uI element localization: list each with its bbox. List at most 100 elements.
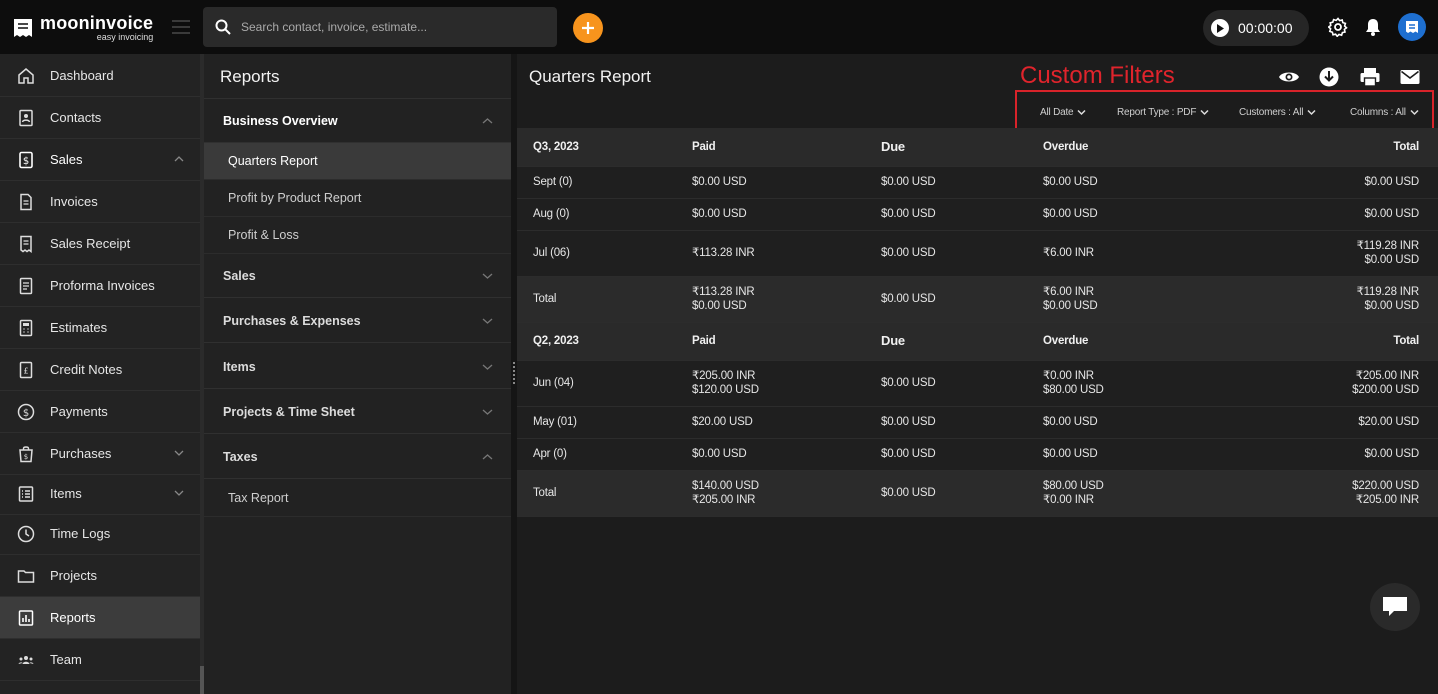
sidebar-item-estimates[interactable]: Estimates <box>0 307 200 349</box>
col-header-paid: Paid <box>676 128 865 167</box>
cell-paid-line: $0.00 USD <box>692 300 747 312</box>
app-name: mooninvoice <box>40 13 154 33</box>
group-business-overview[interactable]: Business Overview <box>204 99 511 143</box>
sidebar-item-credit-notes[interactable]: £ Credit Notes <box>0 349 200 391</box>
cell-paid: $0.00 USD <box>676 166 865 199</box>
col-header-paid: Paid <box>676 322 865 361</box>
chat-support-button[interactable] <box>1370 583 1420 631</box>
app-logo[interactable]: mooninvoice easy invoicing <box>12 14 153 42</box>
print-icon[interactable] <box>1359 66 1381 88</box>
table-row[interactable]: Jul (06) ₹113.28 INR $0.00 USD ₹6.00 INR ₹11… <box>517 230 1438 277</box>
sidebar-item-projects[interactable]: Projects <box>0 555 200 597</box>
customers-filter[interactable]: Customers : All <box>1239 107 1316 118</box>
sidebar-item-proforma-invoices[interactable]: Proforma Invoices <box>0 265 200 307</box>
report-quarters[interactable]: Quarters Report <box>204 143 511 180</box>
quarter-label: Q2, 2023 <box>517 322 676 361</box>
report-type-filter[interactable]: Report Type : PDF <box>1117 107 1209 118</box>
notification-bell-icon[interactable] <box>1363 17 1383 37</box>
sidebar-item-purchases[interactable]: $ Purchases <box>0 433 200 475</box>
date-filter[interactable]: All Date <box>1040 107 1086 118</box>
cell-overdue: $0.00 USD <box>1027 438 1227 471</box>
sidebar-item-label: Projects <box>50 568 97 583</box>
columns-filter[interactable]: Columns : All <box>1350 107 1419 118</box>
report-profit-by-product[interactable]: Profit by Product Report <box>204 180 511 217</box>
cell-due: $0.00 USD <box>865 438 1027 471</box>
report-label: Quarters Report <box>228 154 318 168</box>
play-icon[interactable] <box>1211 19 1229 37</box>
sidebar-item-time-logs[interactable]: Time Logs <box>0 513 200 555</box>
add-new-button[interactable] <box>573 13 603 43</box>
cell-overdue: ₹0.00 INR $80.00 USD <box>1027 360 1227 407</box>
sidebar-item-team[interactable]: Team <box>0 639 200 681</box>
sidebar-item-label: Estimates <box>50 320 108 335</box>
total-row: Total $140.00 USD ₹205.00 INR $0.00 USD $80.… <box>517 470 1438 517</box>
page-title: Quarters Report <box>529 67 651 86</box>
col-header-due-line: Due <box>881 333 905 348</box>
cell-total: $0.00 USD <box>1227 166 1438 199</box>
receipt-icon <box>20 235 32 253</box>
cell-total: $0.00 USD <box>1227 438 1438 471</box>
report-content: Quarters Report Custom Filters All Date … <box>517 54 1438 694</box>
col-header-total-line: Total <box>1393 335 1419 347</box>
sidebar-item-sales-receipt[interactable]: Sales Receipt <box>0 223 200 265</box>
total-row: Total ₹113.28 INR $0.00 USD $0.00 USD ₹6.00 … <box>517 276 1438 323</box>
group-taxes[interactable]: Taxes <box>204 435 511 479</box>
quarters-report-table: Q3, 2023 Paid Due Overdue Total Sept (0) $0.00… <box>517 128 1438 517</box>
cell-overdue-line: $0.00 USD <box>1043 208 1098 220</box>
cell-month-line: Jun (04) <box>533 377 574 389</box>
chevron-down-icon <box>1410 109 1419 116</box>
plus-icon <box>582 22 594 34</box>
chevron-down-icon <box>1077 109 1086 116</box>
report-profit-loss[interactable]: Profit & Loss <box>204 217 511 254</box>
quarter-header-row: Q2, 2023 Paid Due Overdue Total <box>517 322 1438 361</box>
group-items[interactable]: Items <box>204 345 511 389</box>
search-input[interactable] <box>241 20 541 34</box>
group-projects-time-sheet[interactable]: Projects & Time Sheet <box>204 390 511 434</box>
sidebar-item-sales[interactable]: $ Sales <box>0 139 200 181</box>
search-icon <box>215 19 231 35</box>
sidebar-item-label: Dashboard <box>50 68 114 83</box>
report-tax[interactable]: Tax Report <box>204 480 511 517</box>
cell-month-line: Sept (0) <box>533 176 573 188</box>
sidebar-item-dashboard[interactable]: Dashboard <box>0 55 200 97</box>
timer-control[interactable]: 00:00:00 <box>1203 10 1309 46</box>
cell-overdue: ₹6.00 INR <box>1027 230 1227 277</box>
table-row[interactable]: May (01) $20.00 USD $0.00 USD $0.00 USD $20.… <box>517 406 1438 439</box>
svg-text:£: £ <box>23 366 28 375</box>
settings-gear-icon[interactable] <box>1328 17 1348 37</box>
table-row[interactable]: Aug (0) $0.00 USD $0.00 USD $0.00 USD $0.00 … <box>517 198 1438 231</box>
table-row[interactable]: Apr (0) $0.00 USD $0.00 USD $0.00 USD $0.00 … <box>517 438 1438 471</box>
group-purchases-expenses[interactable]: Purchases & Expenses <box>204 299 511 343</box>
cell-total-label: Total <box>517 470 676 517</box>
sidebar-item-payments[interactable]: $ Payments <box>0 391 200 433</box>
drag-grip-icon[interactable] <box>512 362 516 388</box>
cell-due-line: $0.00 USD <box>881 208 936 220</box>
col-header-overdue-line: Overdue <box>1043 140 1089 153</box>
col-header-total: Total <box>1227 322 1438 361</box>
cell-due-line: $0.00 USD <box>881 247 936 259</box>
sidebar-item-contacts[interactable]: Contacts <box>0 97 200 139</box>
email-icon[interactable] <box>1399 66 1421 88</box>
sidebar-item-reports[interactable]: Reports <box>0 597 200 639</box>
table-row[interactable]: Jun (04) ₹205.00 INR $120.00 USD $0.00 USD ₹… <box>517 360 1438 407</box>
reports-menu: Reports Business Overview Quarters Repor… <box>204 54 511 694</box>
sidebar-item-label: Team <box>50 652 82 667</box>
global-search <box>203 7 557 47</box>
preview-eye-icon[interactable] <box>1278 66 1300 88</box>
sidebar-item-items[interactable]: Items <box>0 473 200 515</box>
cell-total: $20.00 USD <box>1227 406 1438 439</box>
user-avatar[interactable] <box>1398 13 1426 41</box>
table-row[interactable]: Sept (0) $0.00 USD $0.00 USD $0.00 USD $0.00… <box>517 166 1438 199</box>
download-icon[interactable] <box>1318 66 1340 88</box>
home-icon <box>18 67 34 84</box>
menu-toggle-icon[interactable] <box>172 20 190 34</box>
cell-due: $0.00 USD <box>865 406 1027 439</box>
chevron-down-icon <box>174 490 184 496</box>
avatar-icon <box>1406 21 1418 33</box>
cell-total-line: $200.00 USD <box>1352 384 1419 396</box>
cell-due: $0.00 USD <box>865 276 1027 323</box>
timer-value: 00:00:00 <box>1238 20 1293 36</box>
sidebar-item-invoices[interactable]: Invoices <box>0 181 200 223</box>
chevron-down-icon <box>482 318 493 324</box>
group-sales[interactable]: Sales <box>204 254 511 298</box>
